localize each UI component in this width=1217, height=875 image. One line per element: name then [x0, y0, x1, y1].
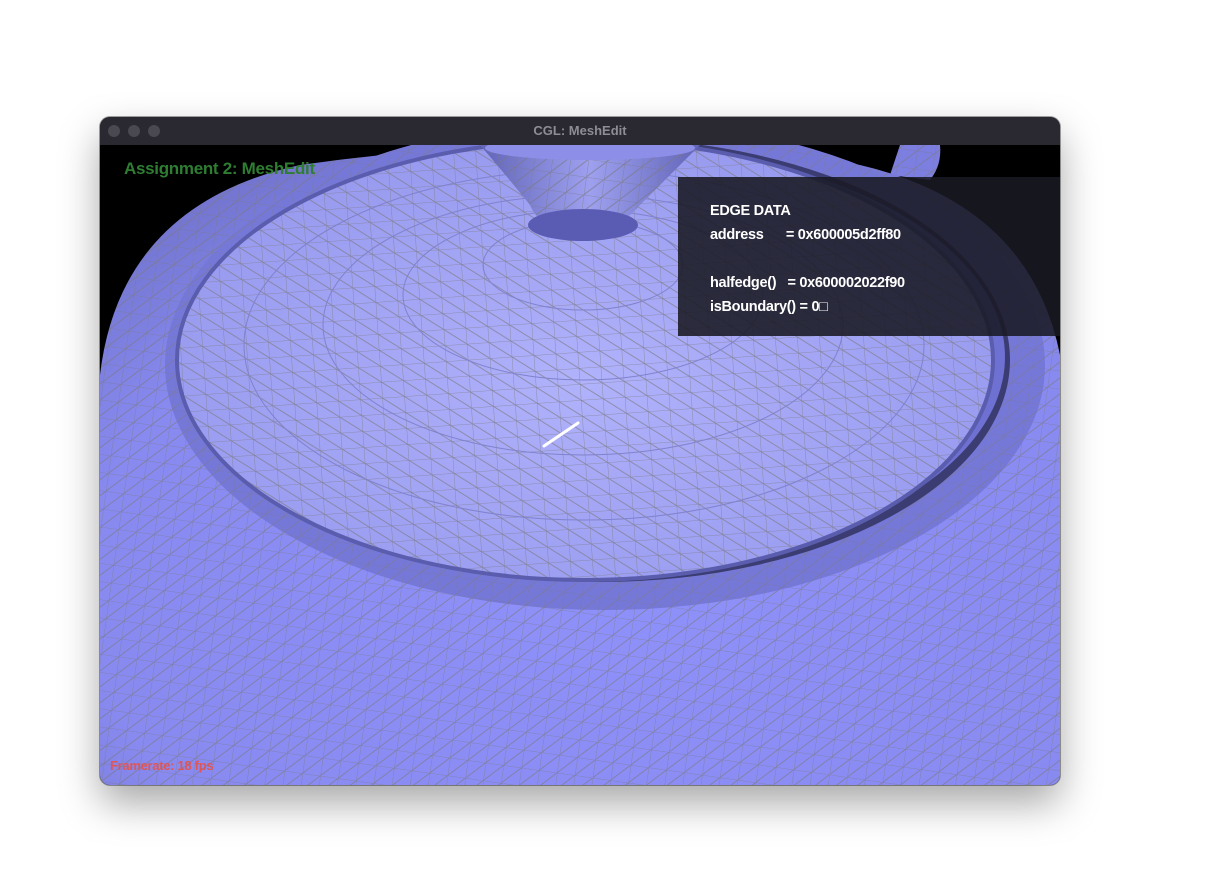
edge-address: address = 0x600005d2ff80	[710, 227, 901, 243]
window-title: CGL: MeshEdit	[533, 123, 627, 138]
window-titlebar[interactable]: CGL: MeshEdit	[100, 117, 1060, 146]
edge-is-boundary: isBoundary() = 0□	[710, 299, 828, 315]
edge-halfedge: halfedge() = 0x600002022f90	[710, 275, 905, 291]
mesh-viewport[interactable]: Assignment 2: MeshEdit EDGE DATA address…	[100, 145, 1060, 785]
app-window: CGL: MeshEdit Assignment 2: MeshEdit EDG…	[100, 117, 1060, 785]
app-title: Assignment 2: MeshEdit	[124, 159, 315, 178]
framerate-readout: Framerate: 18 fps	[110, 758, 214, 773]
edge-data-panel: EDGE DATA address = 0x600005d2ff80 halfe…	[678, 177, 1060, 336]
edge-data-heading: EDGE DATA	[710, 203, 791, 219]
